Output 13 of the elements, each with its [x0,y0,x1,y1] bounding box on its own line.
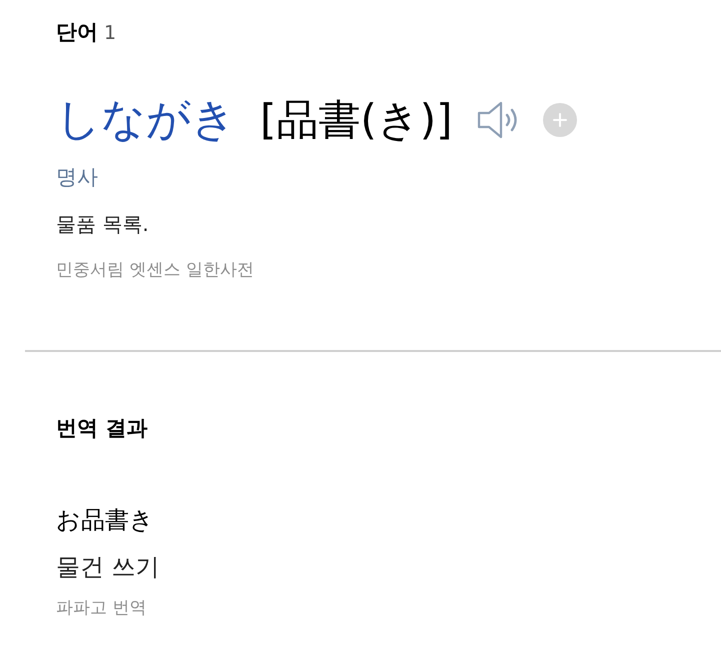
plus-circle-icon [542,103,577,137]
result-count: 1 [104,22,116,44]
section-title: 번역 결과 [56,415,148,442]
translated-text: 물건 쓰기 [56,552,161,583]
headword-link[interactable]: しながき [56,92,236,148]
original-text: お品書き [56,505,155,536]
add-button[interactable] [542,103,577,137]
section-title: 단어 [56,19,98,46]
part-of-speech: 명사 [56,164,99,191]
kanji-spelling: [品書(き)] [260,94,453,146]
dictionary-source: 민중서림 엣센스 일한사전 [56,259,255,282]
translation-source: 파파고 번역 [56,597,148,620]
meaning-text: 물품 목록. [56,211,150,238]
